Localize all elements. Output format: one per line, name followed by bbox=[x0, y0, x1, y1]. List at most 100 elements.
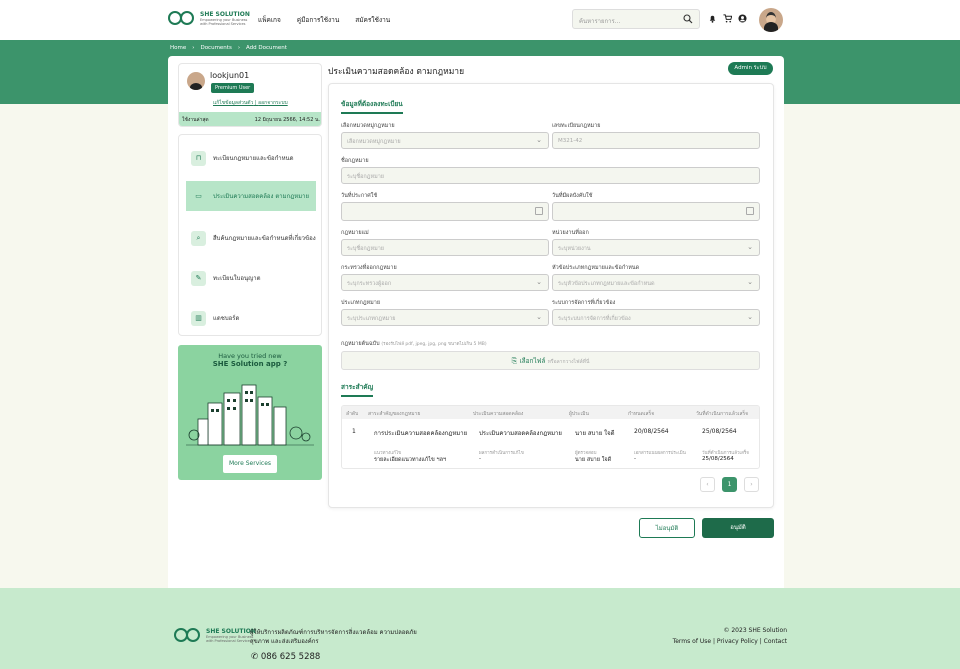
col-header: สาระสำคัญของกฎหมาย bbox=[368, 411, 421, 417]
law-level-label: ประเภทกฎหมาย bbox=[341, 300, 381, 306]
user-avatar[interactable] bbox=[759, 8, 783, 32]
last-used-label: ใช้งานล่าสุด bbox=[182, 117, 209, 123]
chevron-down-icon: ⌄ bbox=[747, 313, 753, 321]
pagination-page[interactable]: 1 bbox=[722, 477, 737, 492]
original-label-text: กฎหมายต้นฉบับ bbox=[341, 341, 380, 347]
more-services-button[interactable]: More Services bbox=[223, 455, 277, 473]
agency-select[interactable]: ระบุหน่วยงาน ⌄ bbox=[552, 239, 760, 256]
brand-logo[interactable]: SHE SOLUTION Empowering your Business wit… bbox=[168, 10, 250, 26]
chevron-down-icon: ⌄ bbox=[747, 243, 753, 251]
last-used-value: 12 มิถุนายน 2566, 14:52 น. bbox=[254, 117, 320, 123]
terms-link[interactable]: Terms of Use bbox=[673, 638, 711, 645]
regno-label: เลขทะเบียนกฎหมาย bbox=[552, 123, 601, 129]
parent-law-field[interactable]: ระบุชื่อกฎหมาย bbox=[341, 239, 549, 256]
main-nav: แพ็คเกจ คู่มือการใช้งาน สมัครใช้งาน bbox=[258, 15, 390, 25]
reject-button[interactable]: ไม่อนุมัติ bbox=[639, 518, 695, 538]
sub-label: ผู้ตรวจสอบ bbox=[575, 451, 597, 456]
law-name-field[interactable]: ระบุชื่อกฎหมาย bbox=[341, 167, 760, 184]
agency-label: หน่วยงานที่ออก bbox=[552, 230, 589, 236]
system-label: ระบบการจัดการที่เกี่ยวข้อง bbox=[552, 300, 616, 306]
logo-mark-icon bbox=[174, 627, 202, 643]
role-badge[interactable]: Admin ระบบ bbox=[728, 62, 773, 75]
law-type-label: หัวข้อประเภทกฎหมายและข้อกำหนด bbox=[552, 265, 640, 271]
sub-value: รายละเอียดแนวทางแก้ไข ฯลฯ bbox=[374, 457, 447, 463]
book-icon: ▭ bbox=[195, 192, 202, 200]
tab-key-points[interactable]: สาระสำคัญ bbox=[341, 382, 374, 397]
ministry-select[interactable]: ระบุกระทรวงผู้ออก ⌄ bbox=[341, 274, 549, 291]
breadcrumb-home[interactable]: Home bbox=[170, 45, 186, 51]
file-upload-dropzone[interactable]: ⎘ เลือกไฟล์ หรือลากวางไฟล์ที่นี่ bbox=[341, 351, 760, 370]
search-input[interactable]: ค้นหารายการ... bbox=[572, 9, 700, 29]
breadcrumb-separator: › bbox=[237, 45, 241, 51]
profile-name: lookjun01 bbox=[210, 71, 250, 80]
city-illustration bbox=[186, 384, 314, 446]
agency-placeholder: ระบุหน่วยงาน bbox=[558, 246, 591, 252]
ministry-label: กระทรวงที่ออกกฎหมาย bbox=[341, 265, 397, 271]
col-header: ประเมินความสอดคล้อง bbox=[473, 411, 524, 417]
menu-item-law-search[interactable]: ⌕ สืบค้นกฎหมายและข้อกำหนดที่เกี่ยวข้อง bbox=[186, 223, 316, 253]
parent-law-placeholder: ระบุชื่อกฎหมาย bbox=[347, 246, 385, 252]
system-select[interactable]: ระบุระบบการจัดการที่เกี่ยวข้อง ⌄ bbox=[552, 309, 760, 326]
menu-item-dashboard[interactable]: ▥ แดชบอร์ด bbox=[186, 303, 316, 333]
tab-registration-info[interactable]: ข้อมูลที่ต้องลงทะเบียน bbox=[341, 99, 403, 114]
regno-field[interactable]: M321-42 bbox=[552, 132, 760, 149]
effective-date-field[interactable] bbox=[552, 202, 760, 221]
edit-profile-link[interactable]: แก้ไขข้อมูลส่วนตัว bbox=[213, 100, 253, 106]
original-hint: (รองรับไฟล์ pdf, jpeg, jpg, png ขนาดไม่เ… bbox=[381, 342, 487, 347]
footer-description: ผู้ให้บริการผลิตภัณฑ์การบริหารจัดการสิ่ง… bbox=[250, 629, 417, 645]
menu-label: ทะเบียนกฎหมายและข้อกำหนด bbox=[213, 155, 294, 162]
nav-register[interactable]: สมัครใช้งาน bbox=[355, 15, 390, 25]
menu-item-law-register[interactable]: ⊓ ทะเบียนกฎหมายและข้อกำหนด bbox=[186, 143, 316, 173]
privacy-link[interactable]: Privacy Policy bbox=[717, 638, 758, 645]
profile-card: lookjun01 Premium User แก้ไขข้อมูลส่วนตั… bbox=[178, 63, 322, 127]
category-placeholder: เลือกหมวดหมู่กฎหมาย bbox=[347, 139, 401, 145]
logo-mark-icon bbox=[168, 10, 196, 26]
ministry-placeholder: ระบุกระทรวงผู้ออก bbox=[347, 281, 392, 287]
cart-icon[interactable] bbox=[723, 14, 732, 23]
logout-link[interactable]: ออกจากระบบ bbox=[258, 100, 288, 106]
calendar-icon[interactable] bbox=[535, 207, 543, 215]
footer-brand: SHE SOLUTION Empowering your Business wit… bbox=[174, 627, 256, 643]
announce-date-field[interactable] bbox=[341, 202, 549, 221]
menu-label: ทะเบียนใบอนุญาต bbox=[213, 275, 261, 282]
breadcrumb-documents[interactable]: Documents bbox=[200, 45, 231, 51]
law-level-select[interactable]: ระบุประเภทกฎหมาย ⌄ bbox=[341, 309, 549, 326]
pagination-next[interactable]: › bbox=[744, 477, 759, 492]
menu-item-license[interactable]: ✎ ทะเบียนใบอนุญาต bbox=[186, 263, 316, 293]
footer-logo[interactable]: SHE SOLUTION Empowering your Business wit… bbox=[174, 627, 256, 643]
sub-label: แนวทางแก้ไข bbox=[374, 451, 402, 456]
sub-value: นาย สบาย ใจดี bbox=[575, 457, 612, 463]
calendar-icon[interactable] bbox=[746, 207, 754, 215]
col-header: ลำดับ bbox=[346, 411, 359, 417]
nav-manual[interactable]: คู่มือการใช้งาน bbox=[297, 15, 339, 25]
approve-button[interactable]: อนุมัติ bbox=[702, 518, 774, 538]
phone-icon: ✆ bbox=[251, 652, 259, 662]
chevron-down-icon: ⌄ bbox=[747, 278, 753, 286]
chevron-down-icon: ⌄ bbox=[536, 136, 542, 144]
header-icons bbox=[708, 14, 747, 23]
footer-brand-tagline: Empowering your Business with Profession… bbox=[206, 634, 254, 643]
row-assessor: นาย สบาย ใจดี bbox=[575, 430, 615, 437]
nav-package[interactable]: แพ็คเกจ bbox=[258, 15, 281, 25]
law-type-select[interactable]: ระบุหัวข้อประเภทกฎหมายและข้อกำหนด ⌄ bbox=[552, 274, 760, 291]
bell-icon[interactable] bbox=[708, 14, 717, 23]
menu-item-compliance[interactable]: ▭ ประเมินความสอดคล้อง ตามกฎหมาย bbox=[186, 181, 316, 211]
attach-icon: ⎘ bbox=[511, 357, 518, 365]
menu-label: แดชบอร์ด bbox=[213, 315, 240, 322]
footer-phone[interactable]: ✆ 086 625 5288 bbox=[251, 652, 320, 662]
breadcrumb-separator: › bbox=[192, 45, 195, 51]
row-due: 20/08/2564 bbox=[634, 428, 669, 435]
chevron-down-icon: ⌄ bbox=[536, 313, 542, 321]
announce-date-label: วันที่ประกาศใช้ bbox=[341, 193, 378, 199]
category-select[interactable]: เลือกหมวดหมู่กฎหมาย ⌄ bbox=[341, 132, 549, 149]
search-placeholder: ค้นหารายการ... bbox=[579, 18, 621, 25]
row-assess: ประเมินความสอดคล้องกฎหมาย bbox=[479, 430, 562, 437]
breadcrumb: Home › Documents › Add Document bbox=[170, 45, 287, 51]
contact-link[interactable]: Contact bbox=[764, 638, 787, 645]
footer-copyright: © 2023 SHE Solution bbox=[723, 627, 787, 634]
row-summary: การประเมินความสอดคล้องกฎหมาย bbox=[374, 430, 468, 437]
upload-label[interactable]: เลือกไฟล์ bbox=[519, 357, 545, 365]
account-icon[interactable] bbox=[738, 14, 747, 23]
pagination-prev[interactable]: ‹ bbox=[700, 477, 715, 492]
search-icon[interactable] bbox=[683, 14, 693, 24]
